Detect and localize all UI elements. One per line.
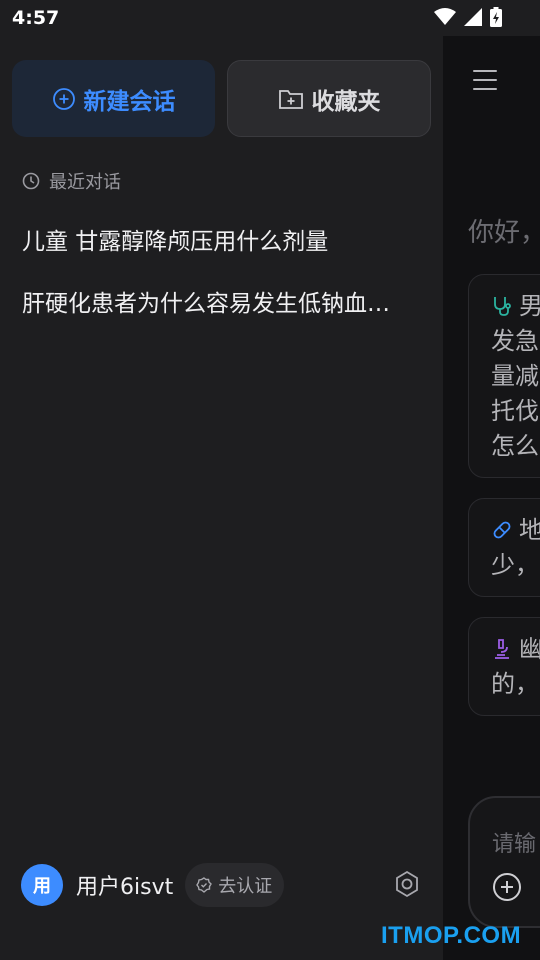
microscope-icon — [495, 639, 509, 659]
card-line: 发急 — [491, 327, 539, 355]
status-time: 4:57 — [12, 7, 60, 29]
avatar[interactable]: 用 — [21, 864, 63, 906]
user-profile: 用 用户6isvt 去认证 — [21, 863, 285, 907]
message-input[interactable]: 请输 — [492, 826, 536, 858]
stethoscope-icon — [494, 297, 511, 316]
plus-circle-icon — [52, 87, 75, 110]
card-line: 怎么 — [491, 432, 539, 460]
new-chat-label: 新建会话 — [83, 88, 176, 115]
badge-check-icon — [196, 877, 213, 893]
suggestion-card[interactable]: 地 少， — [468, 498, 540, 597]
signal-icon — [464, 8, 482, 26]
card-line: 量减 — [491, 362, 539, 390]
message-composer[interactable]: 请输 — [468, 796, 540, 928]
battery-icon — [490, 7, 502, 27]
history-item[interactable]: 儿童 甘露醇降颅压用什么剂量 — [22, 222, 422, 256]
folder-plus-icon — [278, 89, 303, 109]
card-line: 少， — [491, 551, 539, 579]
status-icons — [434, 7, 502, 27]
menu-icon[interactable] — [473, 70, 497, 92]
recent-label: 最近对话 — [49, 172, 121, 193]
card-line: 男 — [519, 292, 540, 320]
favorites-button[interactable]: 收藏夹 — [227, 60, 431, 137]
recent-section-header: 最近对话 — [22, 168, 121, 194]
suggestion-card[interactable]: 幽 的， — [468, 617, 540, 716]
card-line: 幽 — [519, 635, 540, 663]
favorites-label: 收藏夹 — [311, 88, 381, 115]
plus-circle-icon[interactable] — [492, 872, 522, 902]
verify-label: 去认证 — [218, 876, 273, 897]
pill-icon — [493, 521, 511, 539]
username: 用户6isvt — [76, 875, 174, 900]
suggestion-card[interactable]: 男 发急 量减 托伐 怎么 — [468, 274, 540, 478]
clock-icon — [22, 172, 40, 190]
verify-button[interactable]: 去认证 — [185, 863, 285, 907]
card-line: 地 — [519, 516, 540, 544]
status-bar: 4:57 — [0, 0, 540, 36]
main-chat-area: 你好， 男 发急 量减 托伐 怎么 地 少， 幽 的， 请输 — [443, 36, 540, 960]
card-line: 的， — [491, 670, 539, 698]
wifi-icon — [434, 8, 456, 25]
card-line: 托伐 — [491, 397, 539, 425]
watermark: ITMOP.COM — [381, 922, 522, 949]
history-item[interactable]: 肝硬化患者为什么容易发生低钠血… — [22, 284, 422, 318]
settings-icon[interactable] — [392, 869, 422, 899]
greeting-text: 你好， — [468, 218, 540, 248]
side-drawer: 新建会话 收藏夹 最近对话 儿童 甘露醇降颅压用什么剂量 肝硬化患者为什么容易发… — [0, 36, 443, 960]
new-chat-button[interactable]: 新建会话 — [12, 60, 215, 137]
